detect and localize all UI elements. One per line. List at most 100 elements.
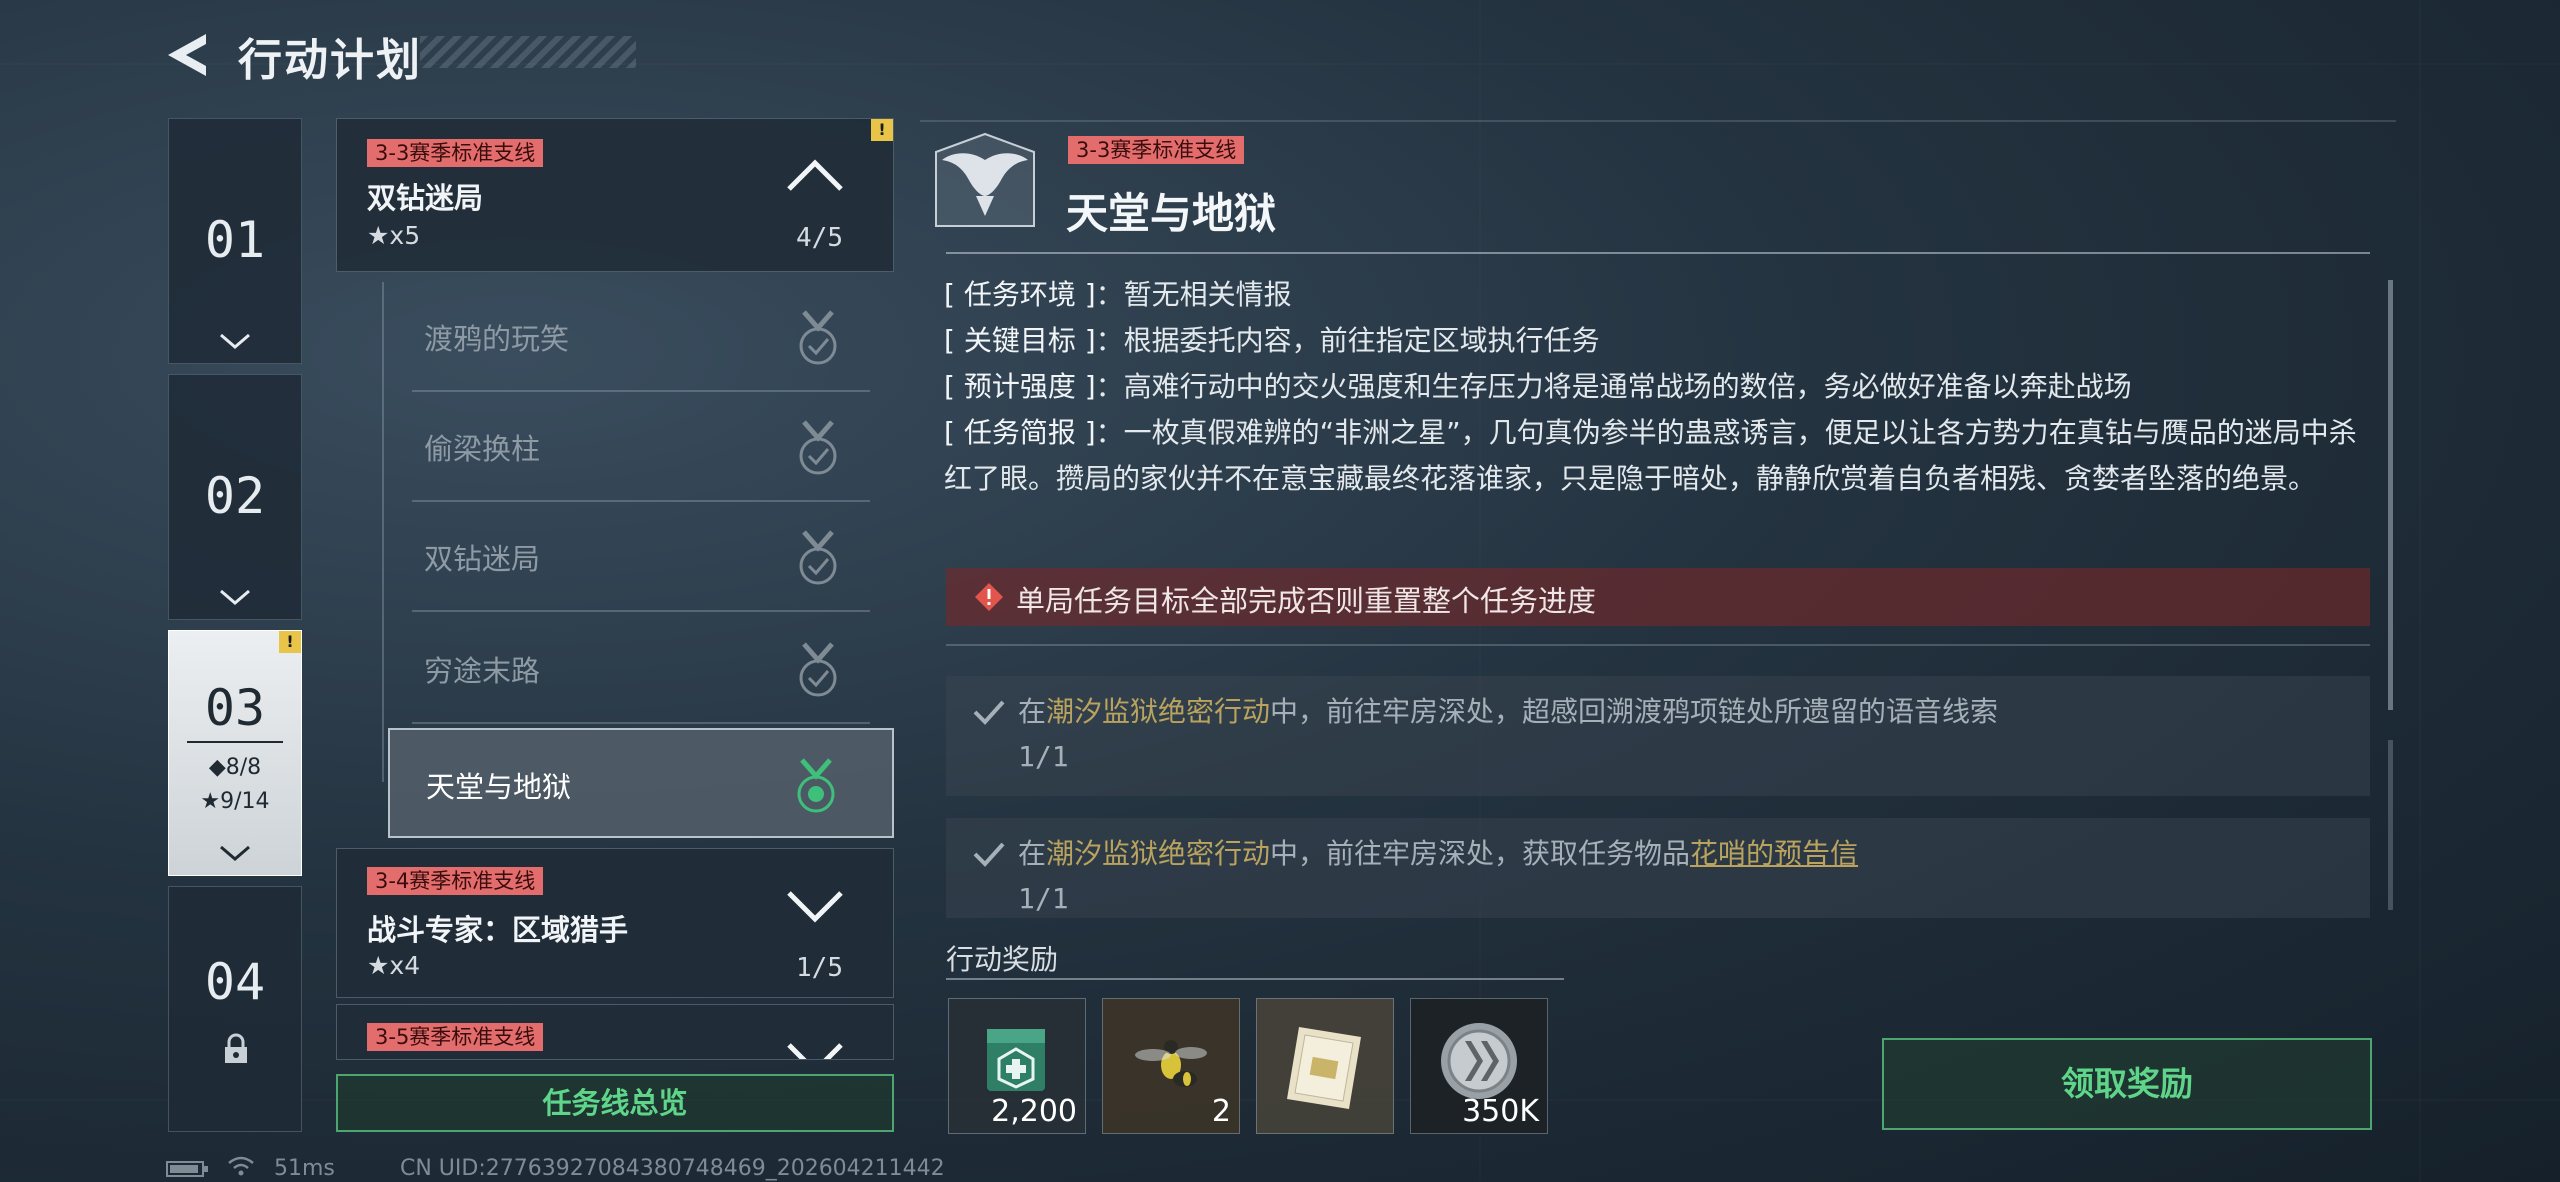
info-key: [ 任务环境 ] [944, 278, 1096, 311]
chapter-number: 01 [204, 211, 266, 269]
chapter-number: 04 [204, 953, 266, 1011]
document-icon [1287, 1027, 1361, 1109]
sub-mission-label: 穷途末路 [424, 654, 541, 688]
info-key-objective: [ 关键目标 ]：根据委托内容，前往指定区域执行任务 [944, 324, 1600, 357]
reward-quantity: 2,200 [991, 1094, 1077, 1129]
wifi-icon [228, 1156, 254, 1176]
season-tag: 3-3赛季标准支线 [1068, 136, 1245, 164]
objective-item: 在潮汐监狱绝密行动中，前往牢房深处，超感回溯渡鸦项链处所遗留的语音线索 1/1 [946, 676, 2370, 796]
diamond-progress: ◆8/8 [208, 755, 262, 780]
reward-item[interactable]: 350K [1410, 998, 1548, 1134]
sub-mission-item-selected[interactable]: 天堂与地狱 [388, 728, 894, 838]
info-difficulty: [ 预计强度 ]：高难行动中的交火强度和生存压力将是通常战场的数倍，务必做好准备… [944, 370, 2132, 403]
warning-banner: 单局任务目标全部完成否则重置整个任务进度 [946, 568, 2370, 626]
reward-item[interactable]: 2 [1102, 998, 1240, 1134]
panel-top-border [920, 120, 2396, 122]
uid-text: CN UID:27763927084380748469_202604211442 [400, 1156, 945, 1181]
sub-mission-item[interactable]: 穷途末路 [388, 614, 894, 724]
mission-overview-button[interactable]: 任务线总览 [336, 1074, 894, 1132]
star-progress: ★9/14 [200, 789, 270, 814]
mission-stars: ★x4 [367, 951, 421, 980]
check-icon [973, 842, 1005, 867]
rewards-label: 行动奖励 [946, 943, 1059, 976]
claim-reward-button[interactable]: 领取奖励 [1882, 1038, 2372, 1130]
info-key: [ 关键目标 ] [944, 324, 1096, 357]
chevron-down-icon [220, 333, 250, 349]
scrollbar-track [2388, 740, 2393, 910]
divider [946, 252, 2370, 254]
chapter-tab-01[interactable]: 01 [168, 118, 302, 364]
mission-card[interactable]: 3-4赛季标准支线 战斗专家：区域猎手 ★x4 1/5 [336, 848, 894, 998]
battery-icon [166, 1161, 208, 1177]
mission-name: 战斗专家：区域猎手 [367, 913, 629, 947]
mission-progress: 4/5 [796, 223, 843, 253]
divider [412, 610, 870, 612]
mission-name: 双钻迷局 [367, 181, 484, 215]
wasp-icon [1135, 1040, 1207, 1087]
completed-medal-icon [799, 530, 837, 585]
objective-text: 在潮汐监狱绝密行动中，前往牢房深处，获取任务物品花哨的预告信 [1018, 837, 1859, 870]
info-value: 一枚真假难辨的“非洲之星”，几句真伪参半的蛊惑诱言，便足以让各方势力在真钻与赝品… [944, 416, 2357, 495]
mission-card[interactable]: 3-5赛季标准支线 [336, 1004, 894, 1060]
sub-mission-item[interactable]: 双钻迷局 [388, 502, 894, 612]
medkit-case-icon [987, 1029, 1045, 1091]
divider [946, 644, 2370, 646]
mission-card-expanded[interactable]: ! 3-3赛季标准支线 双钻迷局 ★x5 4/5 [336, 118, 894, 272]
info-environment: [ 任务环境 ]：暂无相关情报 [944, 278, 1292, 311]
divider [412, 722, 870, 724]
objective-count: 1/1 [1018, 882, 1069, 915]
chapter-number: 03 [204, 679, 266, 737]
info-key: [ 任务简报 ] [944, 416, 1096, 449]
sub-mission-item[interactable]: 渡鸦的玩笑 [388, 282, 894, 392]
warning-icon [975, 583, 1003, 611]
back-arrow-icon[interactable] [162, 28, 212, 82]
info-value: 根据委托内容，前往指定区域执行任务 [1123, 324, 1600, 357]
season-tag: 3-3赛季标准支线 [367, 139, 544, 167]
chevron-up-icon[interactable] [785, 157, 845, 193]
chevron-down-icon[interactable] [785, 889, 845, 925]
chevron-down-icon [220, 845, 250, 861]
warning-text: 单局任务目标全部完成否则重置整个任务进度 [1016, 584, 1597, 618]
info-value: 高难行动中的交火强度和生存压力将是通常战场的数倍，务必做好准备以奔赴战场 [1123, 370, 2132, 403]
objective-item: 在潮汐监狱绝密行动中，前往牢房深处，获取任务物品花哨的预告信 1/1 [946, 818, 2370, 918]
objective-text: 在潮汐监狱绝密行动中，前往牢房深处，超感回溯渡鸦项链处所遗留的语音线索 [1018, 695, 1999, 728]
chapter-tab-04[interactable]: 04 [168, 886, 302, 1132]
info-value: 暂无相关情报 [1123, 278, 1292, 311]
mission-stars: ★x5 [367, 221, 421, 250]
lock-icon [225, 1033, 247, 1063]
info-briefing: [ 任务简报 ]：一枚真假难辨的“非洲之星”，几句真伪参半的蛊惑诱言，便足以让各… [944, 416, 2357, 495]
mission-progress: 1/5 [796, 953, 843, 983]
alert-badge: ! [279, 631, 301, 653]
reward-item[interactable] [1256, 998, 1394, 1134]
reward-item[interactable]: 2,200 [948, 998, 1086, 1134]
title-decoration [420, 36, 636, 68]
sub-mission-item[interactable]: 偷梁换柱 [388, 392, 894, 502]
chapter-tab-02[interactable]: 02 [168, 374, 302, 620]
sub-mission-label: 渡鸦的玩笑 [424, 322, 570, 356]
reward-quantity: 2 [1211, 1094, 1231, 1129]
completed-medal-icon [799, 642, 837, 697]
completed-medal-icon [799, 310, 837, 365]
mission-title: 天堂与地狱 [1066, 189, 1277, 238]
item-link[interactable]: 花哨的预告信 [1690, 837, 1858, 870]
ping-text: 51ms [274, 1156, 335, 1181]
sub-mission-label: 天堂与地狱 [426, 770, 572, 804]
sub-mission-label: 偷梁换柱 [424, 432, 541, 466]
chevron-down-icon[interactable] [785, 1041, 845, 1060]
info-key: [ 预计强度 ] [944, 370, 1096, 403]
page-title: 行动计划 [238, 35, 422, 86]
chapter-number: 02 [204, 467, 266, 525]
alert-badge: ! [871, 119, 893, 141]
season-tag: 3-4赛季标准支线 [367, 867, 544, 895]
chevron-down-icon [220, 589, 250, 605]
active-medal-icon [797, 758, 835, 813]
divider [187, 741, 283, 743]
coin-icon [1441, 1023, 1517, 1099]
scrollbar[interactable] [2388, 280, 2393, 710]
chapter-tab-03[interactable]: ! 03 ◆8/8 ★9/14 [168, 630, 302, 876]
objective-count: 1/1 [1018, 740, 1069, 773]
tree-connector [382, 282, 384, 782]
sub-mission-label: 双钻迷局 [424, 542, 541, 576]
check-icon [973, 700, 1005, 725]
season-tag: 3-5赛季标准支线 [367, 1023, 544, 1051]
